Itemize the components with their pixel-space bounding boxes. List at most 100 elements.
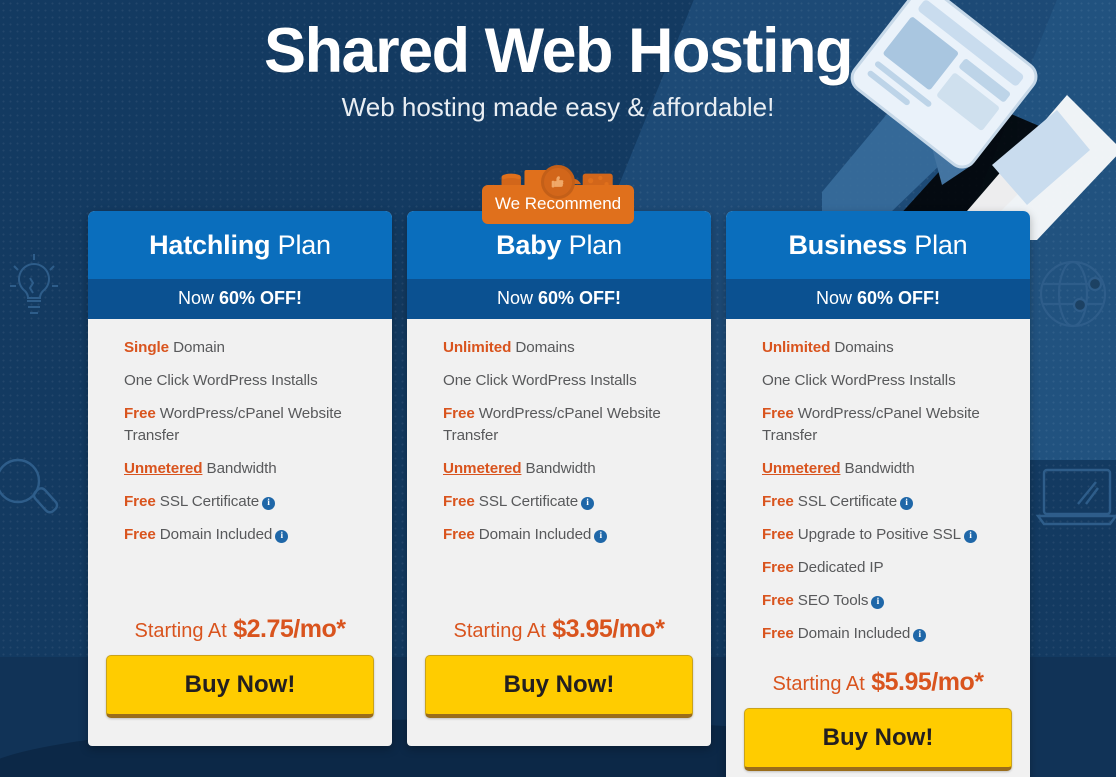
plan-name: Business: [788, 230, 908, 260]
feature-text: Domain Included: [474, 526, 592, 544]
feature-text: Domains: [511, 339, 575, 356]
feature-highlight: Unlimited: [443, 339, 512, 356]
buy-now-button[interactable]: Buy Now!: [425, 655, 693, 718]
feature-highlight: Free: [762, 625, 794, 643]
plan-feature-list: Single Domain One Click WordPress Install…: [88, 319, 392, 609]
globe-icon: [1039, 260, 1107, 328]
feature-highlight: Unmetered: [124, 460, 203, 478]
plan-name: Baby: [496, 230, 562, 260]
feature-highlight: Free: [443, 526, 475, 544]
discount-prefix: Now: [177, 288, 214, 308]
plan-feature-list: Unlimited Domains One Click WordPress Ins…: [726, 319, 1030, 662]
info-icon[interactable]: i: [900, 497, 914, 511]
feature-text: SEO Tools: [793, 592, 869, 610]
feature-text: Upgrade to Positive SSL: [793, 526, 961, 544]
discount-value: 60% OFF!: [533, 288, 622, 308]
magnifier-icon: [0, 458, 59, 514]
feature-item: Free Domain Included i: [762, 623, 994, 645]
feature-highlight: Free: [443, 493, 475, 511]
feature-item: Free Upgrade to Positive SSL i: [762, 524, 994, 546]
discount-prefix: Now: [496, 288, 533, 308]
feature-item: Free Domain Included i: [124, 524, 356, 546]
feature-highlight: Free: [762, 592, 794, 610]
feature-item: Unmetered Bandwidth: [124, 458, 356, 480]
plan-word: Plan: [906, 230, 968, 260]
plan-card-hatchling: Hatchling Plan Now 60% OFF! Single Domain O…: [88, 211, 392, 746]
feature-text: One Click WordPress Installs: [443, 372, 637, 390]
feature-text: WordPress/cPanel Website Transfer: [762, 405, 980, 445]
plan-word: Plan: [270, 230, 331, 260]
feature-highlight: Unmetered: [762, 460, 841, 478]
buy-now-button[interactable]: Buy Now!: [744, 708, 1012, 772]
feature-item: Unlimited Domains: [762, 337, 994, 359]
info-icon[interactable]: i: [913, 629, 927, 643]
feature-highlight: Free: [762, 559, 794, 577]
info-icon[interactable]: i: [963, 530, 977, 544]
plan-card-baby: Baby Plan Now 60% OFF! Unlimited Domains On…: [407, 211, 711, 746]
info-icon[interactable]: i: [275, 530, 289, 544]
feature-text: SSL Certificate: [155, 493, 260, 511]
discount-value: 60% OFF!: [852, 288, 941, 308]
plan-feature-list: Unlimited Domains One Click WordPress Ins…: [407, 319, 711, 609]
feature-text: Domain Included: [793, 625, 911, 643]
price-prefix: Starting At: [772, 673, 865, 696]
page-subtitle: Web hosting made easy & affordable!: [341, 92, 775, 123]
feature-text: Domains: [830, 339, 894, 356]
price-prefix: Starting At: [453, 620, 546, 642]
feature-text: Bandwidth: [521, 460, 596, 478]
feature-item: Unlimited Domains: [443, 337, 675, 359]
plan-card-business: Business Plan Now 60% OFF! Unlimited Domai…: [726, 211, 1030, 777]
plan-name: Hatchling: [149, 230, 271, 260]
lightbulb-icon: [10, 254, 58, 314]
info-icon[interactable]: i: [262, 497, 276, 511]
feature-text: Domain Included: [155, 526, 273, 544]
feature-item: Unmetered Bandwidth: [762, 458, 994, 480]
plan-word: Plan: [561, 230, 622, 260]
feature-item: Unmetered Bandwidth: [443, 458, 675, 480]
feature-highlight: Free: [762, 405, 794, 423]
feature-highlight: Free: [762, 526, 794, 544]
plan-discount-band: Now 60% OFF!: [726, 279, 1030, 319]
feature-highlight: Unlimited: [762, 339, 831, 356]
feature-item: Free SSL Certificate i: [443, 491, 675, 513]
pricing-cards: Hatchling Plan Now 60% OFF! Single Domain O…: [88, 211, 1030, 777]
feature-text: WordPress/cPanel Website Transfer: [124, 405, 342, 445]
plan-price: Starting At $5.95/mo*: [726, 662, 1030, 708]
feature-highlight: Free: [762, 493, 794, 511]
plan-title: Business Plan: [726, 211, 1030, 279]
plan-price: Starting At $2.75/mo*: [88, 609, 392, 655]
discount-prefix: Now: [815, 288, 852, 308]
recommend-badge: We Recommend: [482, 163, 634, 224]
feature-text: SSL Certificate: [474, 493, 579, 511]
plan-title: Hatchling Plan: [88, 211, 392, 279]
page-header: Shared Web Hosting Web hosting made easy…: [0, 0, 1116, 123]
page-title: Shared Web Hosting: [264, 16, 853, 86]
info-icon[interactable]: i: [594, 530, 608, 544]
price-amount: $2.75/mo*: [226, 615, 346, 643]
feature-text: Bandwidth: [840, 460, 915, 478]
feature-item: Free WordPress/cPanel Website Transfer: [762, 403, 994, 447]
laptop-icon: [1035, 468, 1116, 526]
feature-item: Free SSL Certificate i: [762, 491, 994, 513]
plan-price: Starting At $3.95/mo*: [407, 609, 711, 655]
feature-text: WordPress/cPanel Website Transfer: [443, 405, 661, 445]
feature-text: SSL Certificate: [793, 493, 898, 511]
feature-item: One Click WordPress Installs: [762, 370, 994, 392]
feature-item: Free WordPress/cPanel Website Transfer: [124, 403, 356, 447]
buy-now-button[interactable]: Buy Now!: [106, 655, 374, 718]
feature-highlight: Free: [443, 405, 475, 423]
info-icon[interactable]: i: [871, 596, 885, 610]
feature-highlight: Single: [124, 339, 169, 356]
plan-discount-band: Now 60% OFF!: [88, 279, 392, 319]
feature-text: Bandwidth: [202, 460, 277, 478]
price-amount: $5.95/mo*: [864, 668, 984, 697]
feature-item: Single Domain: [124, 337, 356, 359]
discount-value: 60% OFF!: [214, 288, 303, 308]
feature-item: Free SEO Tools i: [762, 590, 994, 612]
price-prefix: Starting At: [134, 620, 227, 642]
info-icon[interactable]: i: [581, 497, 595, 511]
feature-highlight: Free: [124, 405, 156, 423]
feature-text: One Click WordPress Installs: [762, 372, 956, 390]
plan-discount-band: Now 60% OFF!: [407, 279, 711, 319]
feature-text: Dedicated IP: [793, 559, 884, 577]
